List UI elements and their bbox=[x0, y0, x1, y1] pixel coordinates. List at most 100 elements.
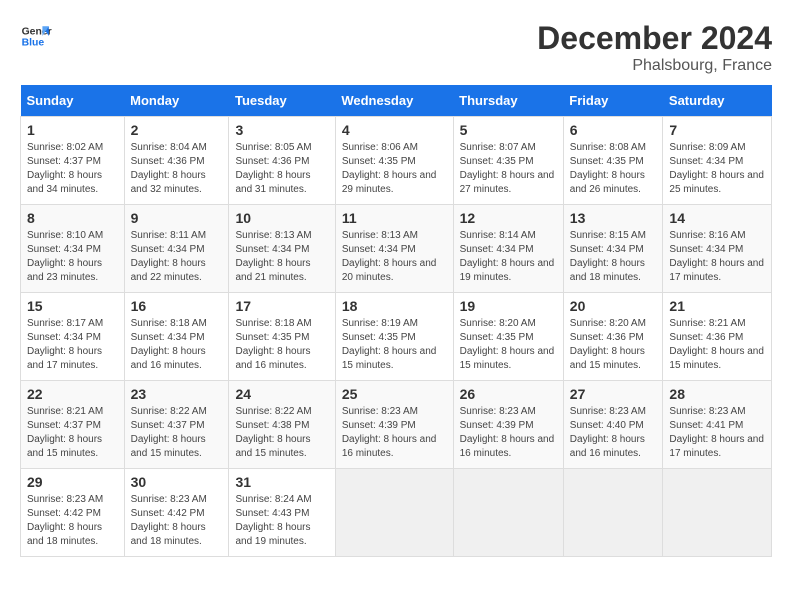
weekday-header-thursday: Thursday bbox=[453, 85, 563, 117]
logo-icon: General Blue bbox=[20, 20, 52, 52]
day-number: 26 bbox=[460, 386, 557, 402]
day-info: Sunrise: 8:22 AMSunset: 4:37 PMDaylight:… bbox=[131, 405, 223, 461]
calendar-cell: 3 Sunrise: 8:05 AMSunset: 4:36 PMDaylight… bbox=[229, 117, 335, 205]
day-info: Sunrise: 8:09 AMSunset: 4:34 PMDaylight:… bbox=[669, 141, 765, 197]
month-title: December 2024 bbox=[537, 20, 772, 57]
day-number: 17 bbox=[235, 298, 328, 314]
day-info: Sunrise: 8:18 AMSunset: 4:35 PMDaylight:… bbox=[235, 317, 328, 373]
day-info: Sunrise: 8:23 AMSunset: 4:39 PMDaylight:… bbox=[342, 405, 447, 461]
day-info: Sunrise: 8:16 AMSunset: 4:34 PMDaylight:… bbox=[669, 229, 765, 285]
location-title: Phalsbourg, France bbox=[537, 57, 772, 75]
day-info: Sunrise: 8:21 AMSunset: 4:36 PMDaylight:… bbox=[669, 317, 765, 373]
calendar-cell: 16 Sunrise: 8:18 AMSunset: 4:34 PMDayligh… bbox=[124, 293, 229, 381]
calendar-cell: 29 Sunrise: 8:23 AMSunset: 4:42 PMDayligh… bbox=[21, 469, 125, 557]
day-number: 30 bbox=[131, 474, 223, 490]
calendar-cell: 21 Sunrise: 8:21 AMSunset: 4:36 PMDayligh… bbox=[663, 293, 772, 381]
day-info: Sunrise: 8:07 AMSunset: 4:35 PMDaylight:… bbox=[460, 141, 557, 197]
logo: General Blue bbox=[20, 20, 52, 52]
day-number: 12 bbox=[460, 210, 557, 226]
calendar-cell: 23 Sunrise: 8:22 AMSunset: 4:37 PMDayligh… bbox=[124, 381, 229, 469]
week-row-3: 15 Sunrise: 8:17 AMSunset: 4:34 PMDayligh… bbox=[21, 293, 772, 381]
day-number: 21 bbox=[669, 298, 765, 314]
calendar-cell: 14 Sunrise: 8:16 AMSunset: 4:34 PMDayligh… bbox=[663, 205, 772, 293]
weekday-header-sunday: Sunday bbox=[21, 85, 125, 117]
calendar-cell: 4 Sunrise: 8:06 AMSunset: 4:35 PMDaylight… bbox=[335, 117, 453, 205]
calendar-cell: 31 Sunrise: 8:24 AMSunset: 4:43 PMDayligh… bbox=[229, 469, 335, 557]
day-number: 20 bbox=[570, 298, 657, 314]
day-number: 29 bbox=[27, 474, 118, 490]
day-number: 27 bbox=[570, 386, 657, 402]
day-number: 13 bbox=[570, 210, 657, 226]
day-info: Sunrise: 8:13 AMSunset: 4:34 PMDaylight:… bbox=[235, 229, 328, 285]
weekday-header-friday: Friday bbox=[563, 85, 663, 117]
calendar-cell: 18Sunrise: 8:19 AMSunset: 4:35 PMDayligh… bbox=[335, 293, 453, 381]
day-number: 14 bbox=[669, 210, 765, 226]
calendar-cell: 30Sunrise: 8:23 AMSunset: 4:42 PMDayligh… bbox=[124, 469, 229, 557]
calendar-cell: 5 Sunrise: 8:07 AMSunset: 4:35 PMDaylight… bbox=[453, 117, 563, 205]
day-info: Sunrise: 8:23 AMSunset: 4:41 PMDaylight:… bbox=[669, 405, 765, 461]
calendar-cell: 28 Sunrise: 8:23 AMSunset: 4:41 PMDayligh… bbox=[663, 381, 772, 469]
weekday-header-monday: Monday bbox=[124, 85, 229, 117]
day-number: 22 bbox=[27, 386, 118, 402]
calendar-cell: 11Sunrise: 8:13 AMSunset: 4:34 PMDayligh… bbox=[335, 205, 453, 293]
day-info: Sunrise: 8:17 AMSunset: 4:34 PMDaylight:… bbox=[27, 317, 118, 373]
day-info: Sunrise: 8:21 AMSunset: 4:37 PMDaylight:… bbox=[27, 405, 118, 461]
calendar-cell: 15 Sunrise: 8:17 AMSunset: 4:34 PMDayligh… bbox=[21, 293, 125, 381]
day-number: 28 bbox=[669, 386, 765, 402]
day-info: Sunrise: 8:13 AMSunset: 4:34 PMDaylight:… bbox=[342, 229, 447, 285]
calendar-cell: 12 Sunrise: 8:14 AMSunset: 4:34 PMDayligh… bbox=[453, 205, 563, 293]
day-info: Sunrise: 8:23 AMSunset: 4:40 PMDaylight:… bbox=[570, 405, 657, 461]
calendar-cell: 24 Sunrise: 8:22 AMSunset: 4:38 PMDayligh… bbox=[229, 381, 335, 469]
day-info: Sunrise: 8:22 AMSunset: 4:38 PMDaylight:… bbox=[235, 405, 328, 461]
calendar-cell: 20Sunrise: 8:20 AMSunset: 4:36 PMDayligh… bbox=[563, 293, 663, 381]
day-info: Sunrise: 8:05 AMSunset: 4:36 PMDaylight:… bbox=[235, 141, 328, 197]
calendar-cell: 1 Sunrise: 8:02 AMSunset: 4:37 PMDaylight… bbox=[21, 117, 125, 205]
day-number: 6 bbox=[570, 122, 657, 138]
day-info: Sunrise: 8:24 AMSunset: 4:43 PMDaylight:… bbox=[235, 493, 328, 549]
day-number: 1 bbox=[27, 122, 118, 138]
day-number: 9 bbox=[131, 210, 223, 226]
day-number: 16 bbox=[131, 298, 223, 314]
day-info: Sunrise: 8:02 AMSunset: 4:37 PMDaylight:… bbox=[27, 141, 118, 197]
day-info: Sunrise: 8:18 AMSunset: 4:34 PMDaylight:… bbox=[131, 317, 223, 373]
day-info: Sunrise: 8:06 AMSunset: 4:35 PMDaylight:… bbox=[342, 141, 447, 197]
calendar-cell: 19 Sunrise: 8:20 AMSunset: 4:35 PMDayligh… bbox=[453, 293, 563, 381]
day-info: Sunrise: 8:04 AMSunset: 4:36 PMDaylight:… bbox=[131, 141, 223, 197]
week-row-1: 1 Sunrise: 8:02 AMSunset: 4:37 PMDaylight… bbox=[21, 117, 772, 205]
day-info: Sunrise: 8:10 AMSunset: 4:34 PMDaylight:… bbox=[27, 229, 118, 285]
day-info: Sunrise: 8:20 AMSunset: 4:35 PMDaylight:… bbox=[460, 317, 557, 373]
week-row-4: 22 Sunrise: 8:21 AMSunset: 4:37 PMDayligh… bbox=[21, 381, 772, 469]
calendar-cell bbox=[453, 469, 563, 557]
weekday-header-row: SundayMondayTuesdayWednesdayThursdayFrid… bbox=[21, 85, 772, 117]
week-row-5: 29 Sunrise: 8:23 AMSunset: 4:42 PMDayligh… bbox=[21, 469, 772, 557]
calendar-cell: 9Sunrise: 8:11 AMSunset: 4:34 PMDaylight… bbox=[124, 205, 229, 293]
calendar-cell bbox=[335, 469, 453, 557]
calendar-cell: 2Sunrise: 8:04 AMSunset: 4:36 PMDaylight… bbox=[124, 117, 229, 205]
week-row-2: 8Sunrise: 8:10 AMSunset: 4:34 PMDaylight… bbox=[21, 205, 772, 293]
day-number: 4 bbox=[342, 122, 447, 138]
calendar-cell: 6Sunrise: 8:08 AMSunset: 4:35 PMDaylight… bbox=[563, 117, 663, 205]
day-info: Sunrise: 8:23 AMSunset: 4:42 PMDaylight:… bbox=[27, 493, 118, 549]
svg-text:Blue: Blue bbox=[22, 38, 45, 49]
calendar-cell: 10 Sunrise: 8:13 AMSunset: 4:34 PMDayligh… bbox=[229, 205, 335, 293]
day-info: Sunrise: 8:19 AMSunset: 4:35 PMDaylight:… bbox=[342, 317, 447, 373]
calendar-cell: 27 Sunrise: 8:23 AMSunset: 4:40 PMDayligh… bbox=[563, 381, 663, 469]
day-number: 10 bbox=[235, 210, 328, 226]
calendar-cell: 25Sunrise: 8:23 AMSunset: 4:39 PMDayligh… bbox=[335, 381, 453, 469]
day-number: 15 bbox=[27, 298, 118, 314]
day-number: 5 bbox=[460, 122, 557, 138]
day-info: Sunrise: 8:15 AMSunset: 4:34 PMDaylight:… bbox=[570, 229, 657, 285]
calendar-cell: 13 Sunrise: 8:15 AMSunset: 4:34 PMDayligh… bbox=[563, 205, 663, 293]
calendar-cell bbox=[563, 469, 663, 557]
day-number: 31 bbox=[235, 474, 328, 490]
day-number: 19 bbox=[460, 298, 557, 314]
calendar-cell: 17 Sunrise: 8:18 AMSunset: 4:35 PMDayligh… bbox=[229, 293, 335, 381]
weekday-header-wednesday: Wednesday bbox=[335, 85, 453, 117]
day-number: 3 bbox=[235, 122, 328, 138]
calendar-cell: 26Sunrise: 8:23 AMSunset: 4:39 PMDayligh… bbox=[453, 381, 563, 469]
calendar-table: SundayMondayTuesdayWednesdayThursdayFrid… bbox=[20, 85, 772, 557]
day-info: Sunrise: 8:14 AMSunset: 4:34 PMDaylight:… bbox=[460, 229, 557, 285]
title-section: December 2024 Phalsbourg, France bbox=[537, 20, 772, 75]
day-number: 23 bbox=[131, 386, 223, 402]
day-number: 24 bbox=[235, 386, 328, 402]
